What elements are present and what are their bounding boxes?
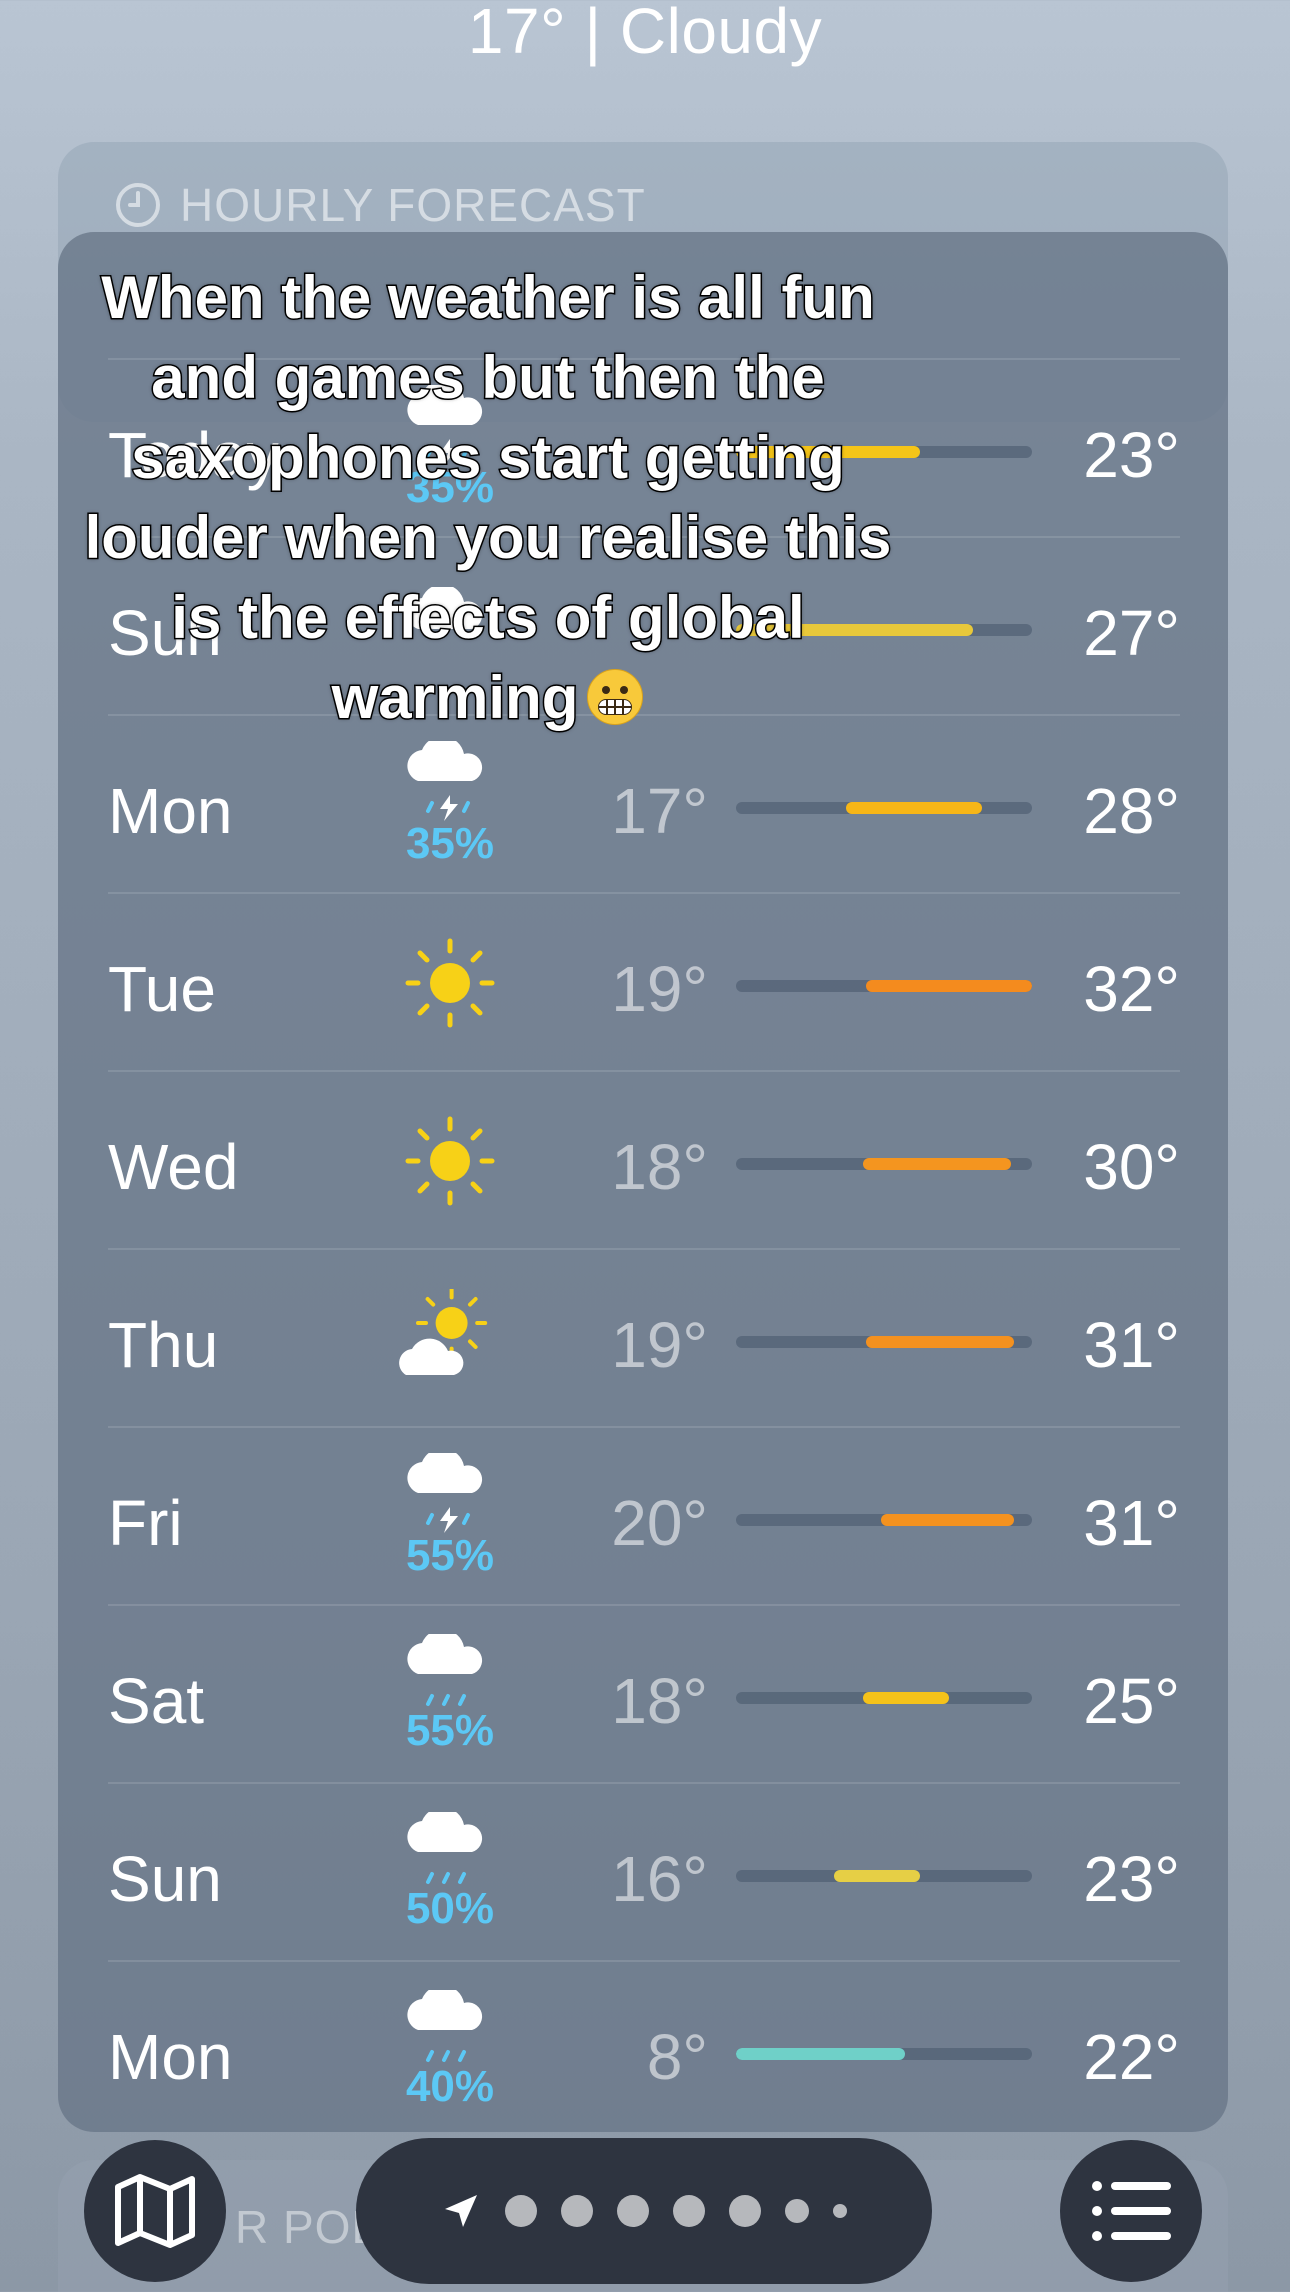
temp-range-bar: [736, 1158, 1032, 1170]
clock-icon: [116, 183, 160, 227]
rain-cloud-icon: [388, 1812, 512, 1888]
temp-range-bar: [736, 1692, 1032, 1704]
day-name: Sun: [108, 1843, 222, 1915]
daily-forecast-row[interactable]: Tue 19° 32°: [108, 892, 1180, 1070]
precip-chance: 55%: [405, 1531, 495, 1580]
day-name: Fri: [108, 1487, 183, 1559]
weather-condition: 35%: [388, 730, 512, 880]
temp-range-fill: [881, 1514, 1014, 1526]
location-pager[interactable]: [356, 2138, 932, 2284]
low-temp: 16°: [611, 1843, 708, 1915]
day-name: Wed: [108, 1131, 239, 1203]
page-dot[interactable]: [785, 2199, 809, 2223]
precip-chance: 55%: [405, 1706, 495, 1755]
daily-forecast-row[interactable]: Sun 50% 16° 23°: [108, 1782, 1180, 1960]
temp-range-fill: [866, 1336, 1014, 1348]
page-dot[interactable]: [505, 2195, 537, 2227]
temp-range-fill: [736, 2048, 905, 2060]
caption-line: and games but then the: [150, 343, 826, 413]
day-name: Mon: [108, 775, 233, 847]
grimacing-face-icon: [587, 669, 644, 725]
high-temp: 31°: [1083, 1309, 1180, 1381]
high-temp: 30°: [1083, 1131, 1180, 1203]
low-temp: 18°: [611, 1665, 708, 1737]
low-temp: 8°: [646, 2021, 708, 2093]
thunderstorm-icon: [388, 1453, 512, 1535]
daily-forecast-row[interactable]: Mon 35% 17° 28°: [108, 714, 1180, 892]
caption-line-last: warming: [58, 658, 918, 738]
precip-chance: 50%: [405, 1884, 495, 1933]
low-temp: 19°: [611, 1309, 708, 1381]
rain-cloud-icon: [388, 1990, 512, 2066]
high-temp: 28°: [1083, 775, 1180, 847]
map-button[interactable]: [84, 2140, 226, 2282]
temp-range-bar: [736, 802, 1032, 814]
high-temp: 23°: [1083, 419, 1180, 491]
low-temp: 20°: [611, 1487, 708, 1559]
weather-condition: 40%: [388, 1976, 512, 2126]
temp-range-bar: [736, 980, 1032, 992]
high-temp: 22°: [1083, 2021, 1180, 2093]
rain-cloud-icon: [388, 1634, 512, 1710]
caption-line: warming: [330, 663, 580, 733]
precip-chance: 40%: [405, 2062, 495, 2111]
daily-forecast-row[interactable]: Fri 55% 20° 31°: [108, 1426, 1180, 1604]
page-dot[interactable]: [673, 2195, 705, 2227]
weather-condition: [388, 1086, 512, 1236]
temp-range-bar: [736, 2048, 1032, 2060]
high-temp: 31°: [1083, 1487, 1180, 1559]
page-dot[interactable]: [729, 2195, 761, 2227]
high-temp: 32°: [1083, 953, 1180, 1025]
page-dot[interactable]: [833, 2204, 847, 2218]
caption-line: louder when you realise this: [83, 503, 893, 573]
weather-condition: 50%: [388, 1798, 512, 1948]
weather-condition: [388, 1264, 512, 1414]
thunderstorm-icon: [388, 741, 512, 823]
day-name: Mon: [108, 2021, 233, 2093]
weather-condition: 55%: [388, 1442, 512, 1592]
list-icon: [1092, 2181, 1171, 2241]
day-name: Tue: [108, 953, 216, 1025]
hourly-forecast-header: HOURLY FORECAST: [58, 178, 646, 232]
temp-range-bar: [736, 1870, 1032, 1882]
temp-range-fill: [846, 802, 982, 814]
page-dot[interactable]: [561, 2195, 593, 2227]
map-icon: [115, 2174, 195, 2248]
video-caption: When the weather is all fun and games bu…: [58, 258, 918, 738]
caption-line: When the weather is all fun: [100, 263, 876, 333]
daily-forecast-row[interactable]: Thu 19° 31°: [108, 1248, 1180, 1426]
weather-condition: [388, 908, 512, 1058]
sun-icon: [388, 933, 512, 1033]
low-temp: 17°: [611, 775, 708, 847]
current-summary: 17° | Cloudy: [467, 0, 823, 67]
day-name: Sat: [108, 1665, 205, 1737]
low-temp: 18°: [611, 1131, 708, 1203]
hourly-forecast-title: HOURLY FORECAST: [180, 179, 646, 231]
day-name: Thu: [108, 1309, 219, 1381]
daily-forecast-row[interactable]: Mon 40% 8° 22°: [108, 1960, 1180, 2138]
locations-list-button[interactable]: [1060, 2140, 1202, 2282]
weather-condition: 55%: [388, 1620, 512, 1770]
temp-range-fill: [866, 980, 1032, 992]
sun-icon: [388, 1111, 512, 1211]
temp-range-bar: [736, 1336, 1032, 1348]
temp-range-fill: [863, 1158, 1011, 1170]
location-arrow-icon[interactable]: [441, 2191, 481, 2231]
low-temp: 19°: [611, 953, 708, 1025]
temp-range-fill: [834, 1870, 920, 1882]
high-temp: 25°: [1083, 1665, 1180, 1737]
temp-range-bar: [736, 1514, 1032, 1526]
precip-chance: 35%: [405, 819, 495, 868]
caption-line: is the effects of global: [170, 583, 806, 653]
partly-cloudy-icon: [388, 1289, 512, 1389]
daily-forecast-row[interactable]: Wed 18° 30°: [108, 1070, 1180, 1248]
high-temp: 27°: [1083, 597, 1180, 669]
temp-range-fill: [863, 1692, 949, 1704]
caption-line: saxophones start getting: [130, 423, 846, 493]
high-temp: 23°: [1083, 1843, 1180, 1915]
daily-forecast-row[interactable]: Sat 55% 18° 25°: [108, 1604, 1180, 1782]
page-dot[interactable]: [617, 2195, 649, 2227]
